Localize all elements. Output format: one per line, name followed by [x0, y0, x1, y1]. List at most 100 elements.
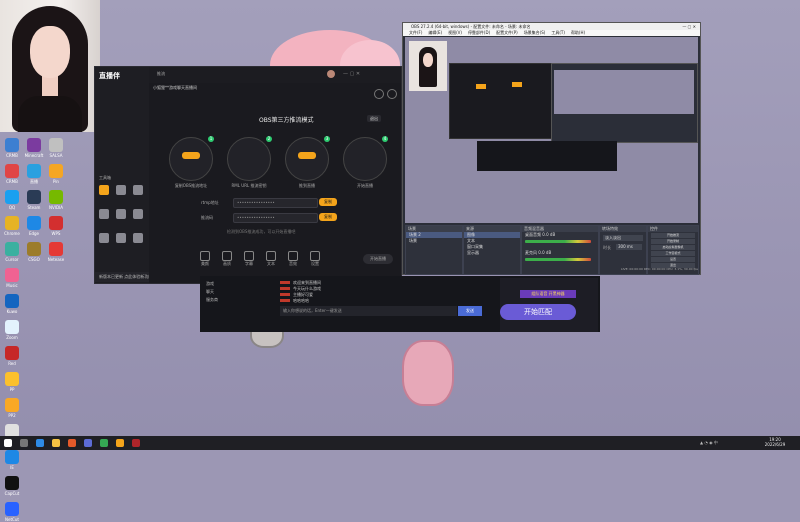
search-icon[interactable]	[20, 439, 28, 447]
desktop-icon[interactable]: CRMB	[2, 164, 22, 184]
tab-badge[interactable]: 推流	[157, 71, 165, 77]
send-button[interactable]: 发送	[458, 306, 482, 316]
tool-icon[interactable]	[116, 233, 126, 243]
obs-window-controls[interactable]: — ▢ ✕	[682, 23, 696, 30]
bottom-tool-button[interactable]: 文本	[261, 251, 281, 267]
window-controls[interactable]: — ▢ ✕	[343, 71, 360, 77]
transition-select[interactable]: 淡入淡出	[603, 235, 643, 241]
obs-menu-item[interactable]: 工具(T)	[551, 30, 565, 35]
obs-menu-item[interactable]: 编辑(E)	[428, 30, 442, 35]
chat-message: 主播好可爱	[293, 292, 313, 297]
exit-button[interactable]: 退出	[367, 115, 381, 122]
clock[interactable]: 19:20 2022/6/29	[758, 437, 792, 447]
obs-taskbar-icon[interactable]	[132, 439, 140, 447]
desktop-icon[interactable]: QQ	[2, 190, 22, 210]
obs-control-button[interactable]: 设置	[651, 257, 695, 262]
volume-meter[interactable]	[525, 258, 591, 261]
obs-menu-item[interactable]: 文件(F)	[409, 30, 422, 35]
bottom-tool-button[interactable]: 画质	[217, 251, 237, 267]
volume-meter[interactable]	[525, 240, 591, 243]
chat-side-item[interactable]: 服务商	[202, 296, 272, 304]
desktop-icon[interactable]: PP	[2, 372, 22, 392]
desktop-icon[interactable]: CSGO	[24, 242, 44, 262]
taskbar: ▲ ◔ ◉ 中 19:20 2022/6/29	[0, 436, 800, 450]
tool-icon	[266, 251, 276, 261]
panel-title: OBS第三方推流模式	[259, 117, 314, 124]
source-item[interactable]: 显示器	[464, 250, 520, 256]
obs-control-button[interactable]: 开始录制	[651, 239, 695, 244]
avatar[interactable]	[327, 70, 335, 78]
app-icon[interactable]	[100, 439, 108, 447]
desktop-icon[interactable]: Zoom	[2, 320, 22, 340]
desktop-icon[interactable]: Kuwo	[2, 294, 22, 314]
desktop-icon[interactable]: Edge	[24, 216, 44, 236]
desktop-icon[interactable]: CRMB	[2, 138, 22, 158]
tool-icon[interactable]	[99, 185, 109, 195]
start-live-button[interactable]: 开始直播	[363, 254, 393, 264]
app-icon[interactable]	[68, 439, 76, 447]
user-level-badge	[280, 281, 290, 284]
desktop-icon[interactable]: SALSA	[46, 138, 66, 158]
desktop-icon[interactable]: Netease	[46, 242, 66, 262]
copy-rtmp-button[interactable]: 复制	[319, 198, 337, 206]
settings-icon[interactable]	[374, 89, 384, 99]
step-circle: 4	[343, 136, 388, 181]
bottom-tool-button[interactable]: 音效	[283, 251, 303, 267]
tool-icon[interactable]	[133, 185, 143, 195]
tool-icon[interactable]	[133, 233, 143, 243]
rtmp-label: rtmp地址	[201, 200, 219, 205]
obs-menu-item[interactable]: 停靠部件(D)	[468, 30, 490, 35]
tool-icon[interactable]	[99, 209, 109, 219]
desktop-icon-label: CSGO	[28, 257, 40, 262]
bottom-tool-button[interactable]: 美颜	[195, 251, 215, 267]
tool-icon[interactable]	[99, 233, 109, 243]
obs-control-button[interactable]: 开始推流	[651, 233, 695, 238]
edge-icon[interactable]	[36, 439, 44, 447]
copy-key-button[interactable]: 复制	[319, 213, 337, 221]
obs-menu-item[interactable]: 场景集合(S)	[524, 30, 546, 35]
desktop-icon[interactable]: IE	[2, 450, 22, 470]
desktop-icon[interactable]: PP2	[2, 398, 22, 418]
app-icon	[5, 346, 19, 360]
rtmp-field[interactable]: ••••••••••••••••	[233, 198, 318, 208]
app-icon[interactable]	[84, 439, 92, 447]
bottom-tool-button[interactable]: 字幕	[239, 251, 259, 267]
app-icon	[27, 138, 41, 152]
obs-menu-item[interactable]: 视图(V)	[448, 30, 462, 35]
desktop-icon-label: PP2	[8, 413, 16, 418]
share-icon[interactable]	[387, 89, 397, 99]
tool-icon[interactable]	[133, 209, 143, 219]
bottom-tool-button[interactable]: 设置	[305, 251, 325, 267]
chat-side-item[interactable]: 游戏	[202, 280, 272, 288]
tool-icon[interactable]	[116, 209, 126, 219]
obs-preview[interactable]	[405, 37, 698, 223]
desktop-icon[interactable]: Red	[2, 346, 22, 366]
desktop-icon[interactable]: Chrome	[2, 216, 22, 236]
desktop-icon[interactable]: NetCut	[2, 502, 22, 522]
desktop-icon[interactable]: Steam	[24, 190, 44, 210]
desktop-icon[interactable]: Minecraft	[24, 138, 44, 158]
desktop-icon[interactable]: Cursor	[2, 242, 22, 262]
folder-icon[interactable]	[52, 439, 60, 447]
start-icon[interactable]	[4, 439, 12, 447]
desktop-icon-label: NetCut	[5, 517, 19, 522]
desktop-icon[interactable]: Pin	[46, 164, 66, 184]
desktop-icon[interactable]: NVIDIA	[46, 190, 66, 210]
obs-control-button[interactable]: 启动虚拟摄像机	[651, 245, 695, 250]
chat-input[interactable]: 输入你想说的话，Enter一键发送	[280, 306, 457, 316]
obs-menu-item[interactable]: 配置文件(P)	[496, 30, 518, 35]
duration-input[interactable]: 300 ms	[616, 244, 642, 250]
start-match-button[interactable]: 开始匹配	[500, 304, 576, 320]
obs-menu-item[interactable]: 帮助(H)	[571, 30, 585, 35]
tray-icons[interactable]: ▲ ◔ ◉ 中	[700, 440, 718, 446]
obs-control-button[interactable]: 工作室模式	[651, 251, 695, 256]
chat-side-item[interactable]: 聊天	[202, 288, 272, 296]
desktop-icon[interactable]: Music	[2, 268, 22, 288]
desktop-icon[interactable]: 直播	[24, 164, 44, 184]
desktop-icon[interactable]: WPS	[46, 216, 66, 236]
live-app-taskbar-icon[interactable]	[116, 439, 124, 447]
desktop-icon[interactable]: CapCut	[2, 476, 22, 496]
tool-icon[interactable]	[116, 185, 126, 195]
key-field[interactable]: ••••••••••••••••	[233, 213, 318, 223]
scene-item[interactable]: 场景	[406, 238, 462, 244]
